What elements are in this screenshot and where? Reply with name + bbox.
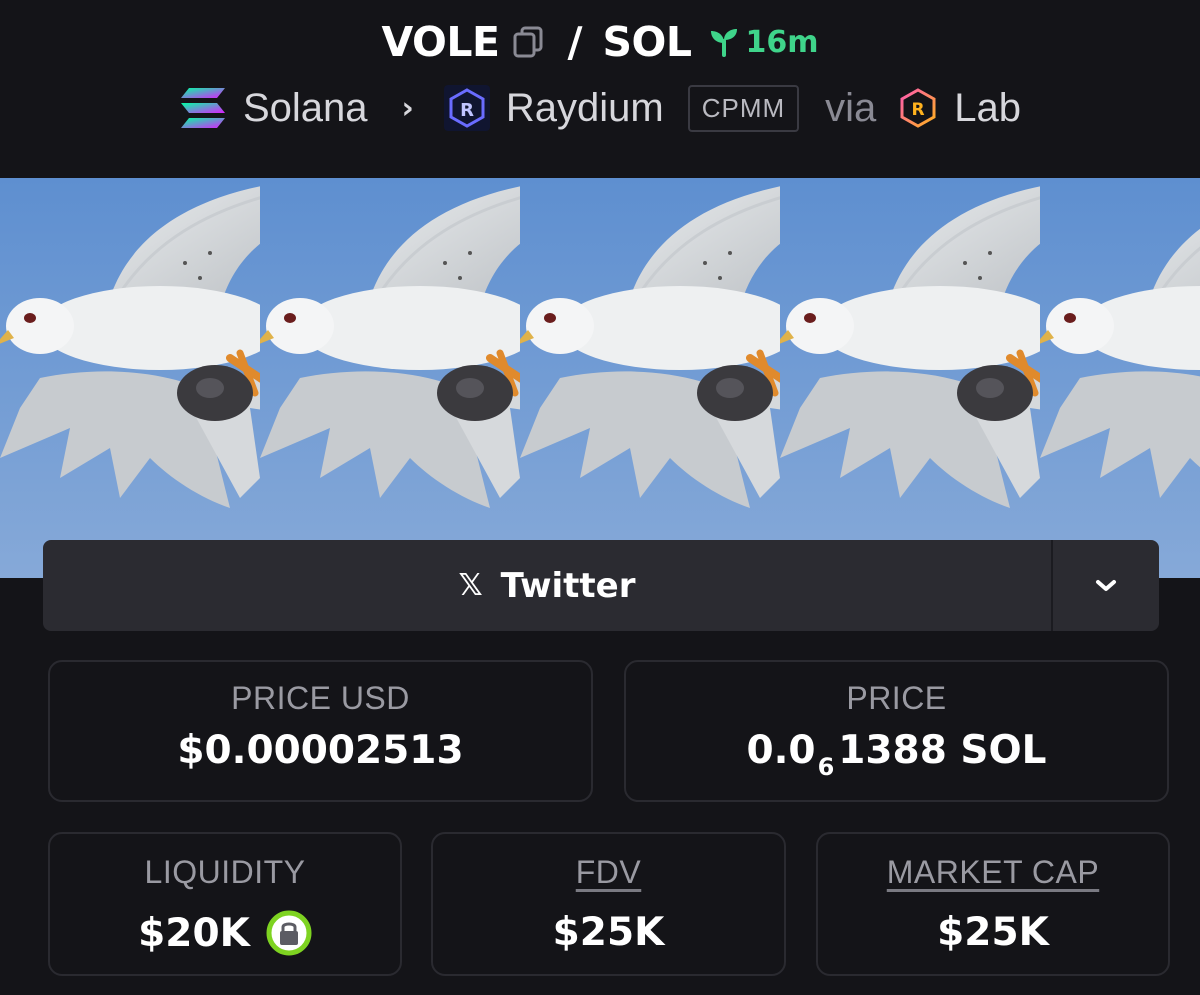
price-native-suffix: 1388 SOL <box>838 728 1047 773</box>
raydium-lab-icon: R <box>900 88 936 128</box>
quote-token-symbol: SOL <box>602 18 692 66</box>
price-usd-value: $0.00002513 <box>177 728 464 773</box>
price-native-zero-count: 6 <box>817 752 835 781</box>
token-banner-image <box>0 178 1200 578</box>
chevron-down-icon <box>1096 579 1116 591</box>
liquidity-value-row: $20K <box>50 910 400 956</box>
market-cap-value: $25K <box>937 910 1049 955</box>
pair-separator: / <box>567 18 583 66</box>
price-native-prefix: 0.0 <box>746 728 816 773</box>
market-cap-label[interactable]: MARKET CAP <box>818 854 1168 891</box>
breadcrumb-launchpad-label: Lab <box>954 85 1022 130</box>
twitter-button[interactable]: 𝕏 Twitter <box>43 540 1051 631</box>
pair-header: VOLE / SOL 16m Solana › R Raydium CPMM v… <box>0 0 1200 178</box>
price-usd-card: PRICE USD $0.00002513 <box>48 660 593 802</box>
price-native-label: PRICE <box>846 680 947 716</box>
lock-icon[interactable] <box>266 910 312 956</box>
social-links-bar: 𝕏 Twitter <box>43 540 1159 631</box>
fdv-card: FDV $25K <box>431 832 786 976</box>
price-native-card: PRICE 0.0 6 1388 SOL <box>624 660 1169 802</box>
breadcrumb-launchpad[interactable]: R Lab <box>898 86 1021 131</box>
liquidity-value: $20K <box>138 910 250 956</box>
breadcrumb-dex[interactable]: R Raydium <box>443 85 664 131</box>
seedling-icon <box>711 29 738 57</box>
raydium-icon: R <box>443 85 490 131</box>
fdv-value: $25K <box>552 910 665 955</box>
fdv-label-text[interactable]: FDV <box>576 854 642 890</box>
pool-type-badge: CPMM <box>687 84 800 132</box>
pair-title: VOLE / SOL 16m <box>0 14 1200 70</box>
liquidity-label: LIQUIDITY <box>144 854 306 890</box>
breadcrumb-chain[interactable]: Solana <box>179 86 368 131</box>
chevron-right-icon: › <box>401 90 414 126</box>
twitter-button-label: Twitter <box>500 565 636 606</box>
banner-tile-kite <box>1040 178 1200 578</box>
liquidity-card: LIQUIDITY $20K <box>48 832 402 976</box>
breadcrumb-dex-label: Raydium <box>505 85 664 130</box>
copy-icon[interactable] <box>511 25 545 59</box>
breadcrumb: Solana › R Raydium CPMM via R Lab <box>0 82 1200 134</box>
svg-text:R: R <box>912 100 925 120</box>
market-cap-label-text[interactable]: MARKET CAP <box>887 854 1099 890</box>
market-cap-card: MARKET CAP $25K <box>816 832 1170 976</box>
social-dropdown-toggle[interactable] <box>1051 540 1159 631</box>
via-label: via <box>825 85 877 130</box>
pair-age-badge: 16m <box>709 24 819 60</box>
price-usd-label: PRICE USD <box>231 680 410 716</box>
solana-icon <box>180 88 225 128</box>
fdv-label[interactable]: FDV <box>433 854 784 891</box>
pair-age-text: 16m <box>745 24 819 60</box>
breadcrumb-chain-label: Solana <box>242 85 368 130</box>
base-token-symbol: VOLE <box>381 18 500 66</box>
x-icon: 𝕏 <box>458 568 483 603</box>
price-native-value: 0.0 6 1388 SOL <box>626 728 1167 781</box>
svg-text:R: R <box>460 100 474 121</box>
